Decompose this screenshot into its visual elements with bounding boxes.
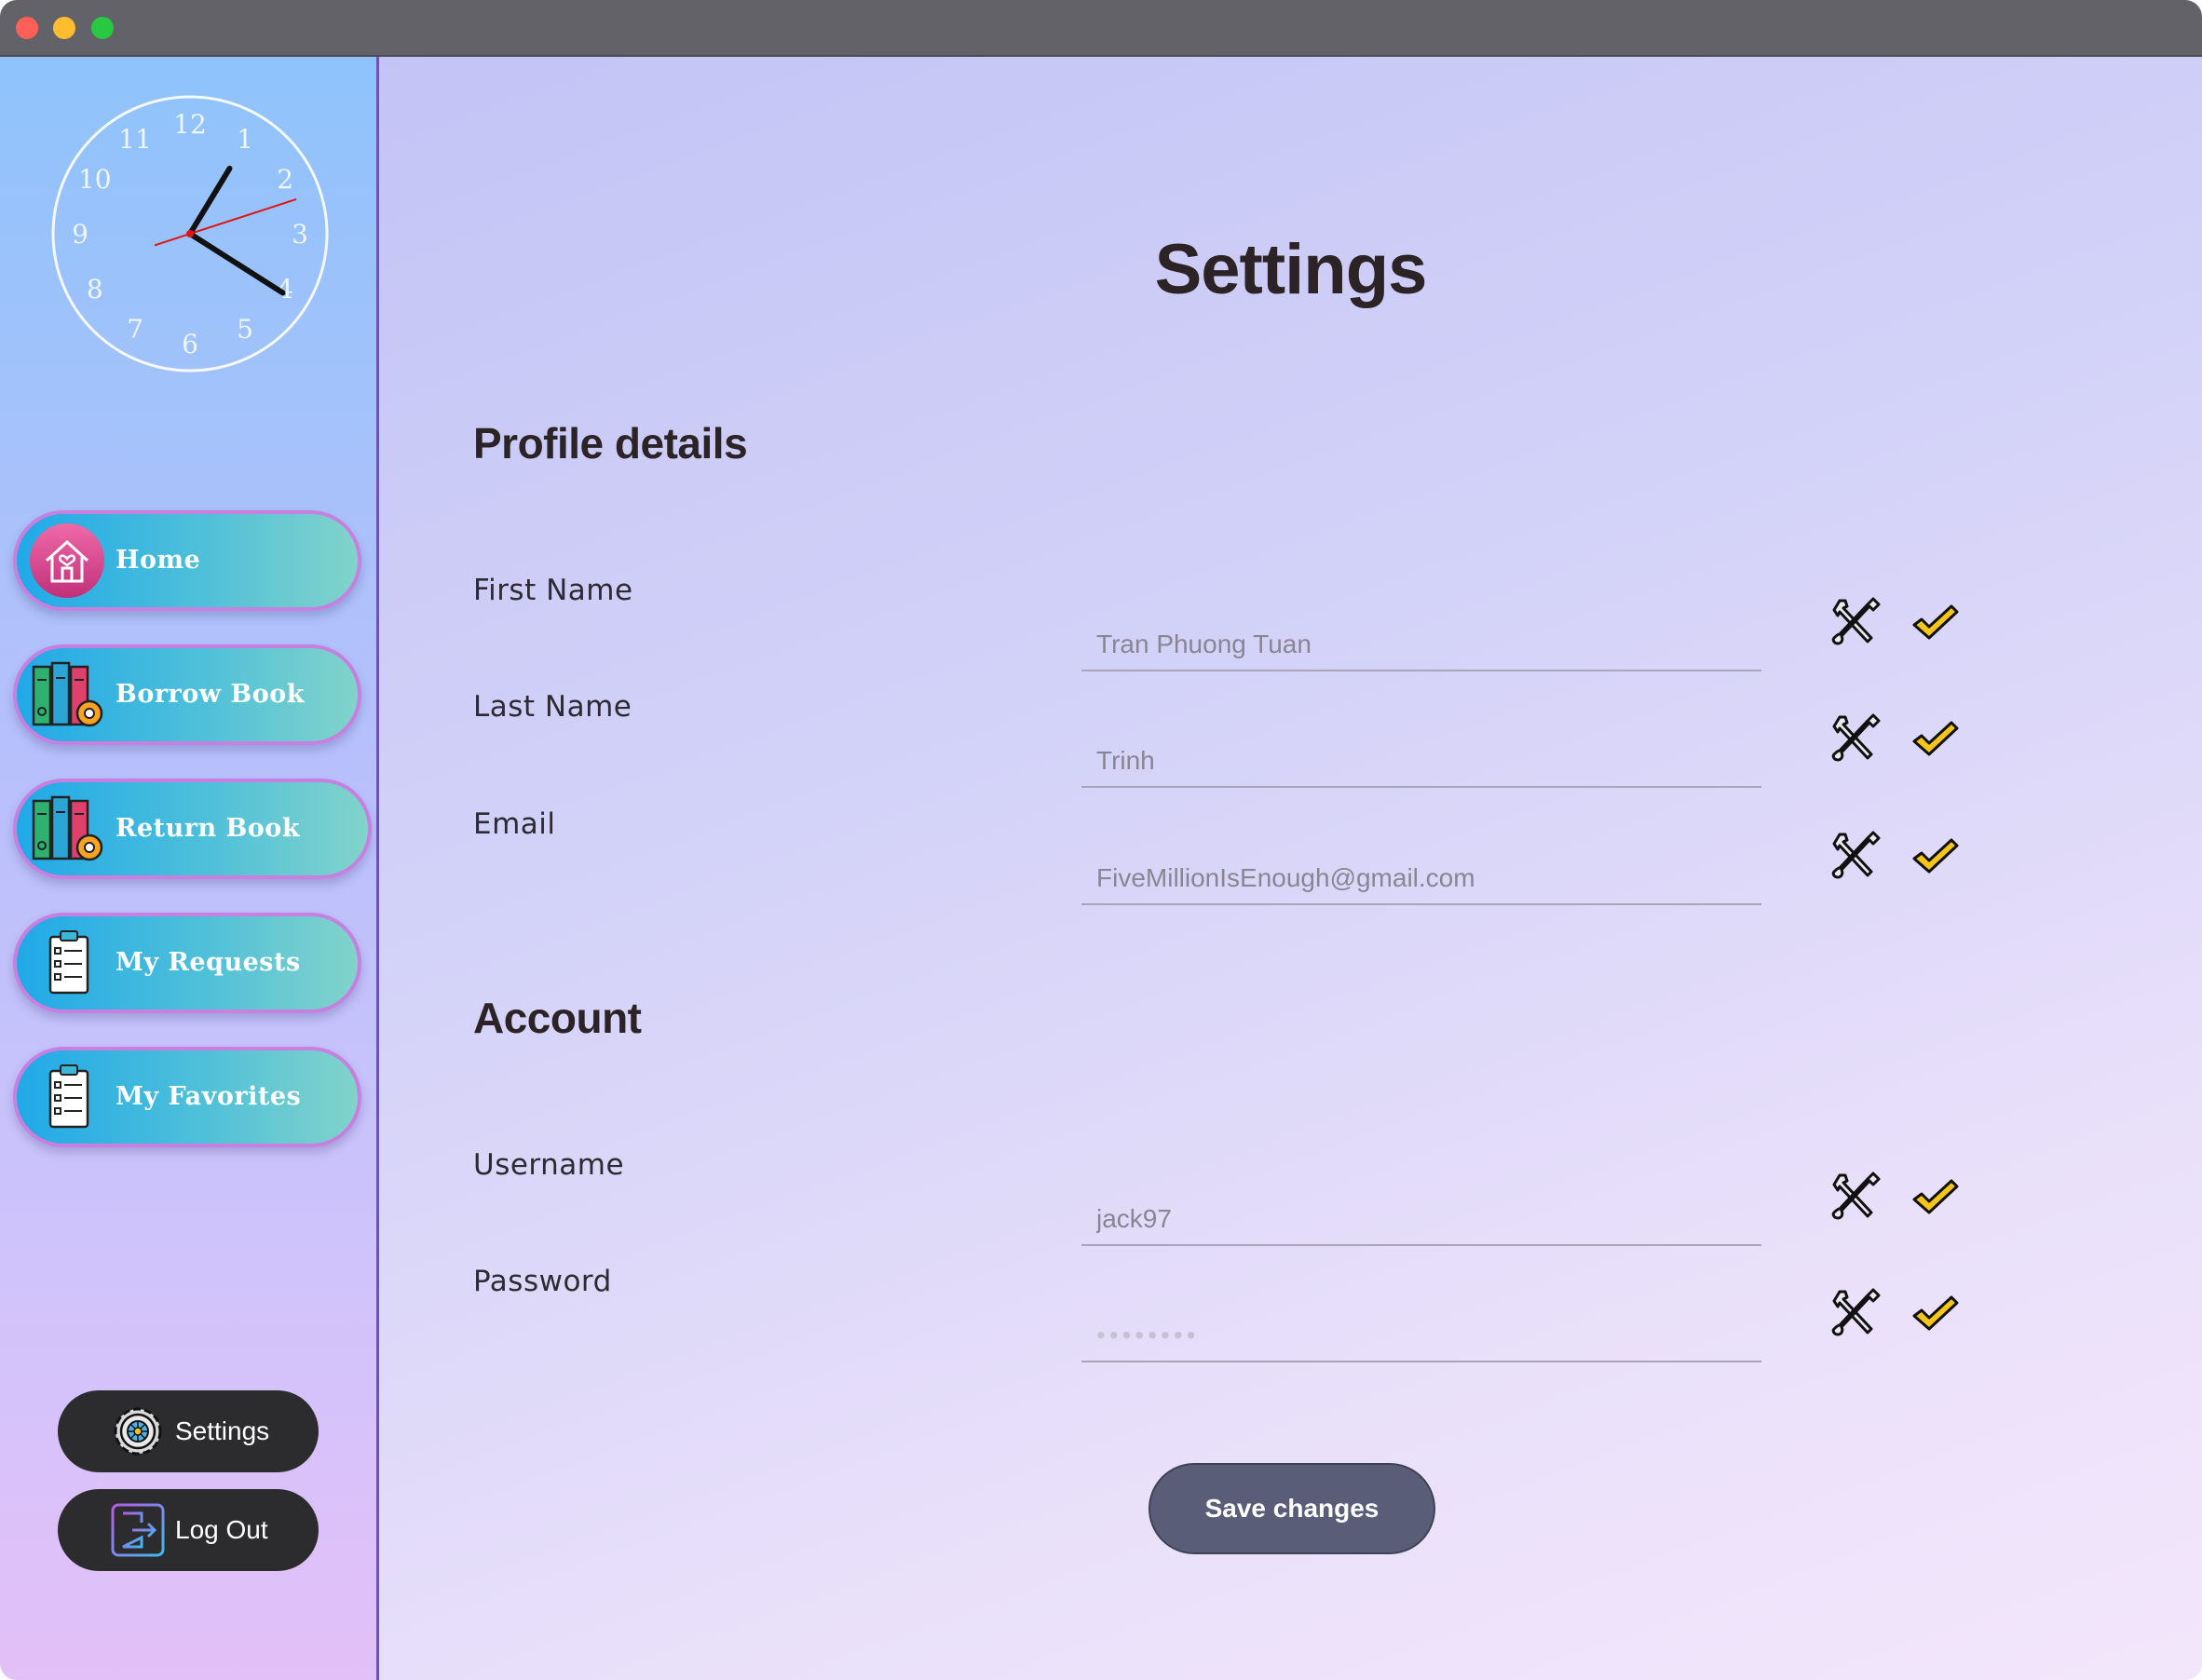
profile-details-heading: Profile details xyxy=(473,419,748,467)
first-name-field[interactable] xyxy=(1081,619,1761,671)
logout-button[interactable]: Log Out xyxy=(58,1489,319,1571)
nav-borrow-book-label: Borrow Book xyxy=(116,680,305,709)
clipboard-list-icon xyxy=(48,930,89,995)
clock-numeral: 7 xyxy=(127,314,143,345)
clock-numeral: 11 xyxy=(118,124,152,155)
clock-numeral: 5 xyxy=(237,314,253,345)
settings-button[interactable]: Settings xyxy=(58,1390,319,1472)
username-label: Username xyxy=(473,1148,625,1182)
clock-numeral: 10 xyxy=(78,164,112,195)
nav-my-requests-label: My Requests xyxy=(116,948,301,977)
edit-tools-icon[interactable] xyxy=(1830,829,1883,881)
password-field[interactable] xyxy=(1081,1310,1761,1362)
clock-numeral: 12 xyxy=(173,109,207,140)
edit-tools-icon[interactable] xyxy=(1830,595,1883,647)
nav-return-book-button[interactable]: Return Book xyxy=(13,779,372,879)
house-heart-icon xyxy=(30,523,104,598)
app-window: 12 1 2 3 4 5 6 7 8 9 10 11 Home Borrow B… xyxy=(0,0,2202,1680)
username-field[interactable] xyxy=(1081,1194,1761,1246)
minute-hand xyxy=(187,165,233,237)
clock-numeral: 2 xyxy=(277,164,293,195)
clipboard-list-icon xyxy=(48,1064,89,1129)
nav-home-label: Home xyxy=(116,546,201,575)
sidebar: 12 1 2 3 4 5 6 7 8 9 10 11 Home Borrow B… xyxy=(0,57,379,1680)
books-gear-icon xyxy=(32,795,103,861)
confirm-check-icon[interactable] xyxy=(1909,711,1961,764)
zoom-window-button[interactable] xyxy=(91,17,114,39)
settings-panel: Settings Profile details First Name Last… xyxy=(379,57,2202,1680)
page-title: Settings xyxy=(1154,230,1428,309)
clock-numeral: 9 xyxy=(72,219,88,250)
gear-icon xyxy=(114,1407,162,1456)
password-label: Password xyxy=(473,1265,612,1298)
close-window-button[interactable] xyxy=(16,17,38,39)
edit-tools-icon[interactable] xyxy=(1830,1286,1883,1338)
confirm-check-icon[interactable] xyxy=(1909,1286,1961,1338)
nav-my-favorites-button[interactable]: My Favorites xyxy=(13,1047,361,1147)
clock-numeral: 3 xyxy=(292,219,308,250)
logout-icon xyxy=(111,1503,165,1557)
email-field[interactable] xyxy=(1081,853,1761,905)
confirm-check-icon[interactable] xyxy=(1909,829,1961,881)
clock-numeral: 6 xyxy=(182,329,198,359)
clock-numeral: 1 xyxy=(237,124,253,155)
minimize-window-button[interactable] xyxy=(53,17,75,39)
nav-borrow-book-button[interactable]: Borrow Book xyxy=(13,644,361,745)
books-gear-icon xyxy=(32,661,103,727)
first-name-label: First Name xyxy=(473,574,633,607)
last-name-label: Last Name xyxy=(473,690,632,724)
title-bar xyxy=(0,0,2202,57)
last-name-field[interactable] xyxy=(1081,736,1761,788)
nav-my-requests-button[interactable]: My Requests xyxy=(13,913,361,1013)
save-changes-button[interactable]: Save changes xyxy=(1149,1463,1435,1554)
edit-tools-icon[interactable] xyxy=(1830,1170,1883,1222)
edit-tools-icon[interactable] xyxy=(1830,711,1883,764)
clock-numeral: 8 xyxy=(87,274,103,305)
account-heading: Account xyxy=(473,994,642,1042)
logout-label: Log Out xyxy=(175,1515,268,1544)
second-hand xyxy=(154,197,297,247)
nav-my-favorites-label: My Favorites xyxy=(116,1082,302,1111)
confirm-check-icon[interactable] xyxy=(1909,1170,1961,1222)
analog-clock: 12 1234567891011 xyxy=(51,95,329,373)
hour-hand xyxy=(187,231,286,296)
nav-home-button[interactable]: Home xyxy=(13,510,361,611)
settings-label: Settings xyxy=(175,1416,270,1445)
nav-return-book-label: Return Book xyxy=(116,814,301,843)
email-label: Email xyxy=(473,807,556,841)
confirm-check-icon[interactable] xyxy=(1909,595,1961,647)
